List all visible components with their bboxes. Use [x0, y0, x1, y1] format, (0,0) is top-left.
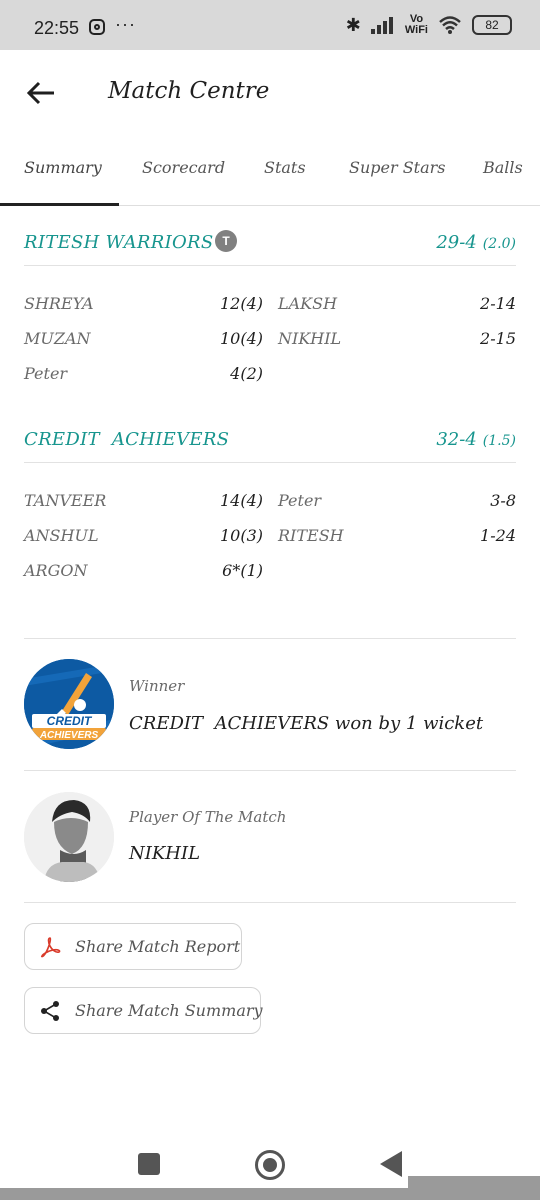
system-nav-bar — [0, 1130, 540, 1200]
vowifi-icon: Vo WiFi — [405, 14, 428, 36]
innings-summary: CREDIT ACHIEVERS 32-4 (1.5) TANVEER 14(4)… — [24, 419, 516, 588]
bowler-name: LAKSH — [278, 294, 338, 313]
tab-super-stars[interactable]: Super Stars — [349, 158, 446, 177]
score-runs: 29-4 — [436, 232, 477, 253]
bowler-figures: 2-14 — [480, 294, 516, 313]
stat-row: TANVEER 14(4) Peter 3-8 — [24, 483, 516, 518]
share-icon — [41, 1001, 59, 1021]
innings-summary: RITESH WARRIORS T 29-4 (2.0) SHREYA 12(4)… — [24, 222, 516, 391]
back-triangle-icon[interactable] — [380, 1151, 402, 1177]
tab-stats[interactable]: Stats — [264, 158, 306, 177]
home-icon[interactable] — [255, 1150, 285, 1180]
status-bar: 22:55 ··· ✱ Vo WiFi 82 — [0, 0, 540, 50]
team-name: RITESH WARRIORS — [24, 232, 214, 253]
batter-name: Peter — [24, 364, 68, 383]
pdf-icon — [40, 937, 61, 958]
batter-name: SHREYA — [24, 294, 94, 313]
bowler-name: NIKHIL — [278, 329, 342, 348]
more-notifications-icon: ··· — [115, 14, 136, 34]
nav-bottom-strip — [0, 1188, 540, 1200]
team-logo-graphic: CREDIT ACHIEVERS — [24, 659, 114, 749]
winner-block: CREDIT ACHIEVERS Winner CREDIT ACHIEVERS… — [24, 659, 516, 749]
winner-text: CREDIT ACHIEVERS won by 1 wicket — [129, 713, 484, 734]
player-photo-graphic — [24, 792, 114, 882]
share-match-report-button[interactable]: Share Match Report — [24, 923, 242, 970]
vowifi-bottom: WiFi — [404, 24, 428, 36]
arrow-left-icon[interactable] — [24, 76, 58, 110]
score-overs: (1.5) — [482, 433, 516, 449]
toss-badge: T — [215, 230, 237, 252]
player-of-match-name: NIKHIL — [129, 843, 201, 864]
batter-name: ARGON — [24, 561, 88, 580]
instagram-icon — [89, 19, 105, 35]
stat-row: ANSHUL 10(3) RITESH 1-24 — [24, 518, 516, 553]
logo-text-1: CREDIT — [47, 714, 93, 728]
logo-text-2: ACHIEVERS — [39, 730, 99, 741]
divider — [24, 902, 516, 903]
winner-label: Winner — [129, 677, 185, 695]
batter-runs: 10(4) — [219, 329, 263, 348]
divider — [24, 638, 516, 639]
team-name: CREDIT ACHIEVERS — [24, 429, 230, 450]
player-of-match-block: Player Of The Match NIKHIL — [24, 792, 516, 882]
batter-name: MUZAN — [24, 329, 91, 348]
tab-scorecard[interactable]: Scorecard — [142, 158, 225, 177]
score-runs: 32-4 — [436, 429, 477, 450]
recents-icon[interactable] — [138, 1153, 160, 1175]
team-score: 32-4 (1.5) — [436, 429, 516, 450]
nav-edge-strip — [408, 1176, 540, 1188]
tab-bar: Summary Scorecard Stats Super Stars Ball… — [0, 136, 540, 206]
batter-runs: 14(4) — [219, 491, 263, 510]
status-time: 22:55 — [34, 18, 80, 38]
signal-icon — [370, 16, 395, 34]
bowler-figures: 3-8 — [490, 491, 516, 510]
tab-indicator — [0, 203, 119, 206]
stat-row: SHREYA 12(4) LAKSH 2-14 — [24, 286, 516, 321]
team-logo: CREDIT ACHIEVERS — [24, 659, 114, 749]
bowler-name: RITESH — [278, 526, 344, 545]
share-match-summary-label: Share Match Summary — [75, 1001, 263, 1020]
page-title: Match Centre — [108, 78, 270, 104]
batter-runs: 4(2) — [230, 364, 263, 383]
tab-balls[interactable]: Balls — [483, 158, 523, 177]
share-match-summary-button[interactable]: Share Match Summary — [24, 987, 263, 1034]
batter-name: ANSHUL — [24, 526, 99, 545]
stat-row: Peter 4(2) — [24, 356, 516, 391]
team-header: RITESH WARRIORS T 29-4 (2.0) — [24, 222, 516, 266]
tab-summary[interactable]: Summary — [24, 158, 102, 177]
stat-row: ARGON 6*(1) — [24, 553, 516, 588]
divider — [24, 770, 516, 771]
bowler-figures: 2-15 — [480, 329, 516, 348]
app-bar: Match Centre — [0, 50, 540, 136]
share-match-report-label: Share Match Report — [75, 937, 241, 956]
batter-name: TANVEER — [24, 491, 107, 510]
player-of-match-label: Player Of The Match — [129, 808, 287, 826]
team-header: CREDIT ACHIEVERS 32-4 (1.5) — [24, 419, 516, 463]
bowler-figures: 1-24 — [480, 526, 516, 545]
battery-icon: 82 — [472, 15, 512, 35]
bluetooth-icon: ✱ — [345, 14, 361, 35]
avatar — [24, 792, 114, 882]
team-score: 29-4 (2.0) — [436, 232, 516, 253]
score-overs: (2.0) — [482, 236, 516, 252]
batter-runs: 12(4) — [219, 294, 263, 313]
wifi-icon — [439, 16, 461, 34]
batter-runs: 10(3) — [219, 526, 263, 545]
stat-row: MUZAN 10(4) NIKHIL 2-15 — [24, 321, 516, 356]
batter-runs: 6*(1) — [222, 561, 263, 580]
bowler-name: Peter — [278, 491, 322, 510]
